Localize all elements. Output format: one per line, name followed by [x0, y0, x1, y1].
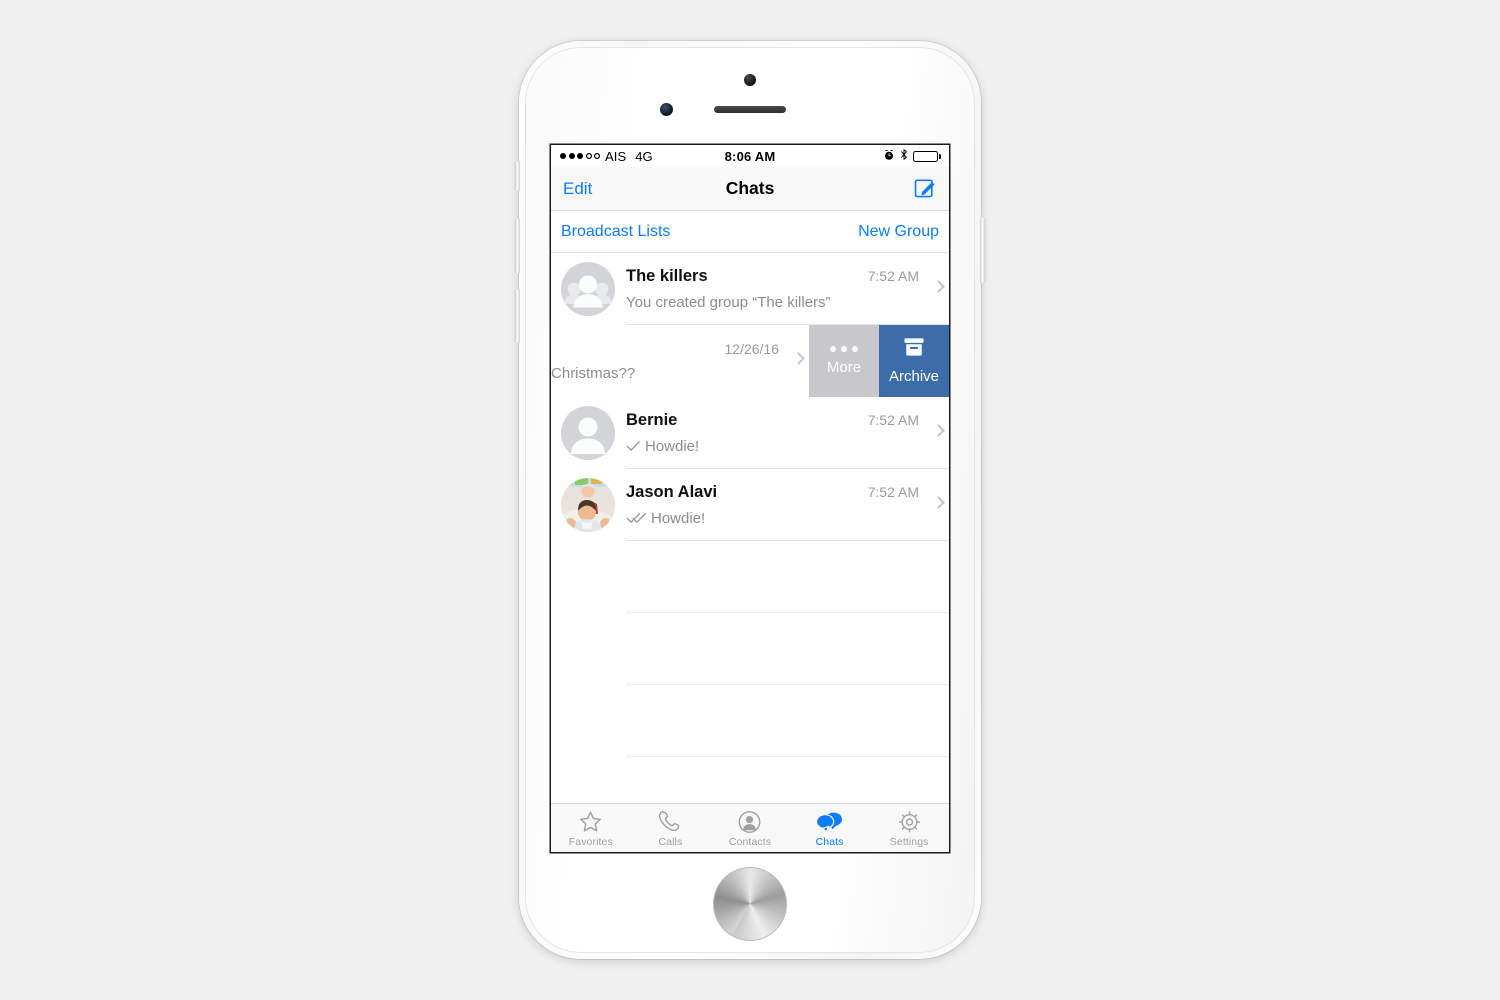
ellipsis-icon — [830, 346, 858, 352]
tab-label: Favorites — [568, 835, 613, 848]
more-button-label: More — [826, 359, 862, 376]
tab-settings[interactable]: Settings — [869, 809, 949, 848]
bluetooth-icon — [900, 148, 908, 164]
gear-icon — [897, 809, 922, 834]
signal-strength-icon — [560, 153, 600, 159]
chat-row-body: 12/26/16 How was Christmas?? — [551, 325, 809, 397]
chat-preview-text: How was Christmas?? — [551, 364, 636, 382]
network-type-label: 4G — [635, 148, 653, 164]
group-avatar — [561, 262, 615, 316]
chat-timestamp: 7:52 AM — [867, 267, 919, 284]
photo-avatar — [561, 478, 615, 532]
chat-list-item-bernie[interactable]: Bernie 7:52 AM Howdie! — [551, 397, 949, 469]
chat-list-item-the-killers[interactable]: The killers 7:52 AM You created group “T… — [551, 253, 949, 325]
chat-name: Jason Alavi — [626, 482, 718, 501]
alarm-icon — [883, 149, 895, 164]
battery-icon — [913, 150, 941, 162]
tab-calls[interactable]: Calls — [631, 809, 711, 848]
chat-list-item-jason-alavi[interactable]: Jason Alavi 7:52 AM Howdie! — [551, 469, 949, 541]
empty-list-row — [626, 613, 949, 685]
silent-switch[interactable] — [515, 161, 520, 191]
front-camera-icon — [744, 74, 756, 86]
chat-bubbles-icon — [816, 809, 843, 834]
volume-up-button[interactable] — [515, 219, 520, 273]
chat-timestamp: 7:52 AM — [867, 483, 919, 500]
double-check-icon — [626, 512, 647, 524]
chat-name: The killers — [626, 266, 708, 285]
chat-list-item-swiped[interactable]: 12/26/16 How was Christmas?? More — [551, 325, 949, 397]
empty-list-row — [626, 685, 949, 757]
person-avatar — [561, 406, 615, 460]
edit-button[interactable]: Edit — [563, 179, 592, 199]
swiped-row-content[interactable]: 12/26/16 How was Christmas?? — [551, 325, 809, 397]
tab-label: Calls — [658, 835, 683, 848]
chat-name: Bernie — [626, 410, 678, 429]
proximity-sensor-icon — [660, 103, 673, 116]
status-bar-right — [883, 148, 941, 164]
chat-timestamp: 7:52 AM — [867, 411, 919, 428]
chat-preview-text: You created group “The killers” — [626, 293, 831, 311]
tab-label: Contacts — [728, 835, 772, 848]
status-bar-left: AIS 4G — [560, 149, 653, 164]
tab-contacts[interactable]: Contacts — [710, 809, 790, 848]
empty-list-row — [626, 541, 949, 613]
chat-preview-text: Howdie! — [645, 437, 700, 455]
chat-preview-text: Howdie! — [651, 509, 706, 527]
chat-row-body: The killers 7:52 AM You created group “T… — [626, 253, 949, 325]
tab-favorites[interactable]: Favorites — [551, 809, 631, 848]
new-group-button[interactable]: New Group — [858, 223, 939, 241]
more-button[interactable]: More — [809, 325, 879, 397]
page-title: Chats — [725, 178, 775, 198]
star-icon — [578, 809, 603, 834]
phone-device: AIS 4G 8:06 AM Edit Chats Broadcast List… — [515, 41, 985, 959]
tab-bar: Favorites Calls Contacts Chats Settings — [551, 803, 949, 852]
carrier-label: AIS — [605, 148, 627, 164]
broadcast-lists-button[interactable]: Broadcast Lists — [561, 223, 670, 241]
single-check-icon — [626, 440, 641, 452]
phone-icon — [658, 809, 683, 834]
tab-label: Chats — [815, 835, 844, 848]
tab-label: Settings — [889, 835, 929, 848]
chat-row-body: Bernie 7:52 AM Howdie! — [626, 397, 949, 469]
contact-circle-icon — [737, 809, 762, 834]
chat-list[interactable]: The killers 7:52 AM You created group “T… — [551, 253, 949, 829]
archive-box-icon — [903, 337, 925, 361]
home-button[interactable] — [714, 868, 786, 940]
status-bar: AIS 4G 8:06 AM — [551, 145, 949, 167]
chat-timestamp: 12/26/16 — [724, 340, 780, 357]
broadcast-bar: Broadcast Lists New Group — [551, 211, 949, 253]
power-button[interactable] — [980, 217, 985, 283]
swipe-action-buttons: More Archive — [809, 325, 949, 397]
chat-row-body: Jason Alavi 7:52 AM Howdie! — [626, 469, 949, 541]
tab-chats[interactable]: Chats — [790, 809, 870, 848]
navigation-bar: Edit Chats — [551, 167, 949, 211]
compose-icon[interactable] — [914, 177, 937, 200]
archive-button[interactable]: Archive — [879, 325, 949, 397]
earpiece-speaker — [714, 106, 786, 113]
phone-screen: AIS 4G 8:06 AM Edit Chats Broadcast List… — [551, 145, 949, 852]
volume-down-button[interactable] — [515, 289, 520, 343]
archive-button-label: Archive — [888, 368, 940, 385]
